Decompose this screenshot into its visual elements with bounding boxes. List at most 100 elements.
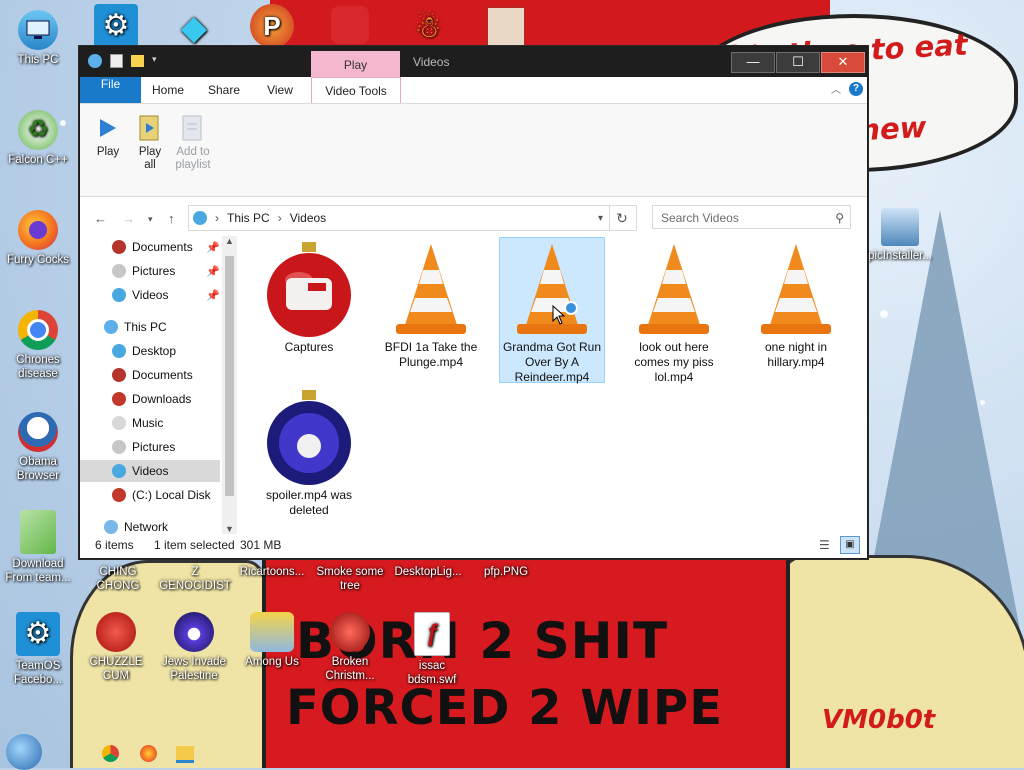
desktop-icon-label: CHING CHONG <box>96 566 140 592</box>
desktop-icon-furry-cocks[interactable]: Furry Cocks <box>0 210 76 267</box>
back-arrow-icon[interactable]: ← <box>94 211 107 226</box>
new-folder-icon[interactable] <box>131 55 144 67</box>
desktop-icon-teamos-facebook[interactable]: ⚙ TeamOS Facebo... <box>0 612 76 687</box>
nav-item-desktop[interactable]: Desktop <box>112 340 176 362</box>
tab-view[interactable]: View <box>254 77 306 103</box>
computer-icon <box>18 10 58 50</box>
pictures-icon <box>112 264 126 278</box>
file-item-look-out[interactable]: look out here comes my piss lol.mp4 <box>622 240 726 385</box>
address-bar[interactable]: › This PC › Videos ▾ <box>188 205 610 231</box>
desktop-icon-z-genocidist[interactable]: Z GENOCIDIST <box>157 565 233 593</box>
file-item-spoiler[interactable]: spoiler.mp4 was deleted <box>257 388 361 518</box>
scrollbar-thumb[interactable] <box>225 256 234 496</box>
desktop-icon-this-pc[interactable]: This PC <box>0 10 76 67</box>
desktop-icon-among-us[interactable]: Among Us <box>234 612 310 669</box>
play-button[interactable]: Play <box>92 112 124 159</box>
taskbar-explorer-icon[interactable] <box>176 746 194 763</box>
tab-video-tools[interactable]: Video Tools <box>311 77 401 103</box>
up-arrow-icon[interactable]: ↑ <box>168 211 175 226</box>
desktop-icon-top-book[interactable] <box>468 6 544 51</box>
desktop-icon-ching-chong[interactable]: CHING CHONG <box>80 565 156 593</box>
ornament-folder-icon <box>259 240 359 340</box>
nav-item-videos-quick[interactable]: Videos <box>112 284 168 306</box>
taskbar-chrome-icon[interactable] <box>102 745 119 762</box>
desktop-icon-label: Among Us <box>245 656 299 668</box>
angry-bird-icon <box>331 6 369 44</box>
properties-icon[interactable] <box>110 54 123 68</box>
tab-share[interactable]: Share <box>198 77 250 103</box>
tab-file[interactable]: File <box>80 77 141 103</box>
desktop-icon-top-gear[interactable]: ⚙ <box>78 4 154 51</box>
collapse-ribbon-icon[interactable]: ︿ <box>831 81 841 96</box>
file-item-bfdi[interactable]: BFDI 1a Take the Plunge.mp4 <box>379 240 483 370</box>
desktop-icon-jews-invade-palestine[interactable]: Jews Invade Palestine <box>156 612 232 683</box>
maximize-button[interactable]: ☐ <box>776 52 820 73</box>
quick-access-toolbar: ▾ <box>88 54 160 68</box>
recycle-icon: ♻ <box>18 110 58 150</box>
explorer-app-icon <box>88 54 102 68</box>
large-icons-view-icon[interactable]: ▣ <box>840 536 860 554</box>
details-view-icon[interactable]: ☰ <box>819 538 830 552</box>
taskbar-firefox-icon[interactable] <box>140 745 157 762</box>
desktop-icon-top-p[interactable]: P <box>234 4 310 51</box>
nav-item-local-disk[interactable]: (C:) Local Disk <box>112 484 211 506</box>
add-to-playlist-button[interactable]: Add to playlist <box>168 112 218 172</box>
desktop-icon-label: Broken Christm... <box>325 656 375 682</box>
nav-item-pictures-quick[interactable]: Pictures <box>112 260 175 282</box>
desktop-icon-issac-swf[interactable]: ƒ issac bdsm.swf <box>394 612 470 687</box>
desktop-icon-broken-christmas[interactable]: Broken Christm... <box>312 612 388 683</box>
nav-item-downloads[interactable]: Downloads <box>112 388 191 410</box>
customize-qat-icon[interactable]: ▾ <box>152 54 160 68</box>
close-button[interactable]: ✕ <box>821 52 865 73</box>
window-title: Videos <box>413 55 450 69</box>
desktop-icon-chrones-disease[interactable]: Chrones disease <box>0 310 76 381</box>
p-logo-icon: P <box>250 4 294 48</box>
desktop-icon-top-angry-birds[interactable] <box>312 6 388 47</box>
forward-arrow-icon[interactable]: → <box>122 211 135 226</box>
nav-pane-scrollbar[interactable]: ▲ ▼ <box>222 236 237 534</box>
nav-item-music[interactable]: Music <box>112 412 163 434</box>
address-dropdown-icon[interactable]: ▾ <box>598 213 603 224</box>
window-titlebar[interactable]: ▾ Play Videos — ☐ ✕ <box>80 47 867 77</box>
scroll-down-icon[interactable]: ▼ <box>225 524 234 534</box>
file-item-captures[interactable]: Captures <box>257 240 361 355</box>
recent-locations-icon[interactable]: ▾ <box>148 214 153 225</box>
search-placeholder: Search Videos <box>661 211 739 225</box>
search-input[interactable]: Search Videos ⚲ <box>652 205 851 229</box>
nav-item-pictures[interactable]: Pictures <box>112 436 175 458</box>
help-icon[interactable]: ? <box>849 82 863 96</box>
videos-icon <box>112 288 126 302</box>
desktop-icon-label: Smoke some tree <box>316 566 384 592</box>
desktop-icon-pic-installer[interactable]: picInstaller... <box>862 208 938 263</box>
nav-item-this-pc[interactable]: This PC <box>104 316 167 338</box>
ribbon-tabs: File Home Share View Video Tools ︿ ? <box>80 77 867 104</box>
desktop-icon-smoke-some-tree[interactable]: Smoke some tree <box>312 565 388 593</box>
nav-item-documents-quick[interactable]: Documents <box>112 236 193 258</box>
nav-item-videos[interactable]: Videos <box>80 460 220 482</box>
desktop-icon-chuzzle-cum[interactable]: CHUZZLE CUM <box>78 612 154 683</box>
nav-item-label: Pictures <box>132 440 176 454</box>
desktop-icon-obama-browser[interactable]: Obama Browser <box>0 412 76 483</box>
minimize-button[interactable]: — <box>731 52 775 73</box>
file-item-hillary[interactable]: one night in hillary.mp4 <box>744 240 848 370</box>
desktop-icon-desktoplig[interactable]: DesktopLig... <box>390 565 466 579</box>
refresh-icon[interactable]: ↻ <box>608 205 637 231</box>
tab-home[interactable]: Home <box>142 77 194 103</box>
drive-icon <box>112 488 126 502</box>
play-all-button[interactable]: Play all <box>132 112 168 172</box>
start-button[interactable] <box>6 734 42 770</box>
desktop-icon-pfp[interactable]: pfp.PNG <box>468 565 544 579</box>
desktop-icon-download-from-team[interactable]: Download From team... <box>0 510 76 585</box>
nav-item-label: Videos <box>132 464 169 478</box>
status-selection: 1 item selected <box>154 538 235 552</box>
scroll-up-icon[interactable]: ▲ <box>225 236 234 246</box>
breadcrumb-this-pc[interactable]: This PC <box>227 211 270 225</box>
desktop-icon-falcon-cpp[interactable]: ♻ Falcon C++ <box>0 110 76 167</box>
add-to-playlist-label: Add to playlist <box>175 146 211 171</box>
nav-item-label: Documents <box>132 368 193 382</box>
breadcrumb-videos[interactable]: Videos <box>290 211 326 225</box>
desktop-icon-ricartoons[interactable]: Ricartoons... <box>234 565 310 579</box>
nav-item-documents[interactable]: Documents <box>112 364 193 386</box>
file-name: spoiler.mp4 was deleted <box>265 488 353 517</box>
vlc-cone-icon <box>381 240 481 340</box>
